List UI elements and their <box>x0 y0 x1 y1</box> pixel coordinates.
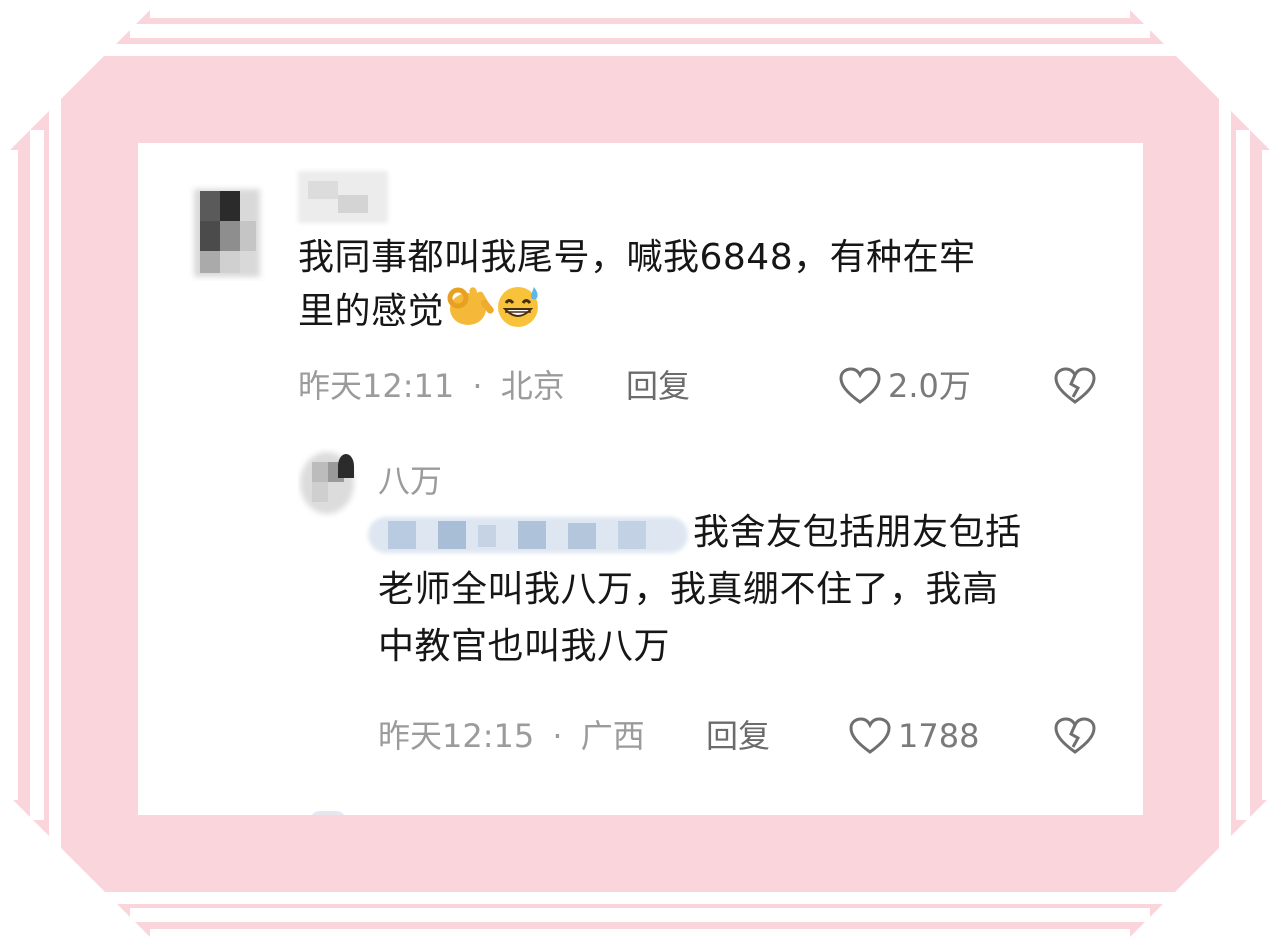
reply-author[interactable]: 八万 <box>378 461 442 501</box>
comment-text-line-1: 我同事都叫我尾号，喊我6848，有种在牢 <box>298 237 976 278</box>
reply-text-line-2: 老师全叫我八万，我真绷不住了，我高 <box>378 569 999 610</box>
comment-time: 昨天12:11 <box>298 367 455 405</box>
reply-item: 八万 我舍友包括朋友包括 老师全叫我八万，我真绷不住了，我高 中教官也叫我八万 … <box>138 433 1143 773</box>
reply-meta: 昨天12:15 · 广西 <box>378 716 645 756</box>
heart-outline-icon <box>849 717 891 754</box>
grinning-sweat-icon <box>494 283 544 343</box>
dislike-button[interactable] <box>1053 366 1097 410</box>
comment-meta: 昨天12:11 · 北京 <box>298 366 565 406</box>
meta-separator: · <box>552 717 563 755</box>
next-comment-avatar-partial <box>310 811 346 815</box>
ok-hand-icon <box>444 283 494 343</box>
like-button[interactable]: 2.0万 <box>838 366 971 406</box>
broken-heart-icon <box>1054 717 1096 754</box>
reply-time: 昨天12:15 <box>378 717 535 755</box>
reply-text: 我舍友包括朋友包括 老师全叫我八万，我真绷不住了，我高 中教官也叫我八万 <box>378 508 1118 672</box>
heart-outline-icon <box>839 367 881 404</box>
comment-text-line-2: 里的感觉 <box>298 283 1098 343</box>
comment-card: 我同事都叫我尾号，喊我6848，有种在牢 里的感觉 昨天12:11 · 北京 回… <box>138 143 1143 815</box>
like-button[interactable]: 1788 <box>848 716 979 756</box>
broken-heart-icon <box>1054 367 1096 404</box>
like-count: 2.0万 <box>888 367 971 405</box>
avatar[interactable] <box>298 448 358 518</box>
avatar[interactable] <box>188 181 268 281</box>
comment-location: 北京 <box>500 367 565 405</box>
comment-item: 我同事都叫我尾号，喊我6848，有种在牢 里的感觉 昨天12:11 · 北京 回… <box>138 143 1143 423</box>
reply-button[interactable]: 回复 <box>626 366 690 406</box>
reply-text-line-3: 中教官也叫我八万 <box>378 626 671 667</box>
reply-location: 广西 <box>580 717 645 755</box>
comment-text: 我同事都叫我尾号，喊我6848，有种在牢 里的感觉 <box>298 233 1098 343</box>
like-count: 1788 <box>898 717 980 755</box>
reply-button[interactable]: 回复 <box>706 716 770 756</box>
meta-separator: · <box>472 367 483 405</box>
reply-text-line-1: 我舍友包括朋友包括 <box>693 512 1022 553</box>
username-blurred[interactable] <box>298 171 388 223</box>
dislike-button[interactable] <box>1053 716 1097 760</box>
